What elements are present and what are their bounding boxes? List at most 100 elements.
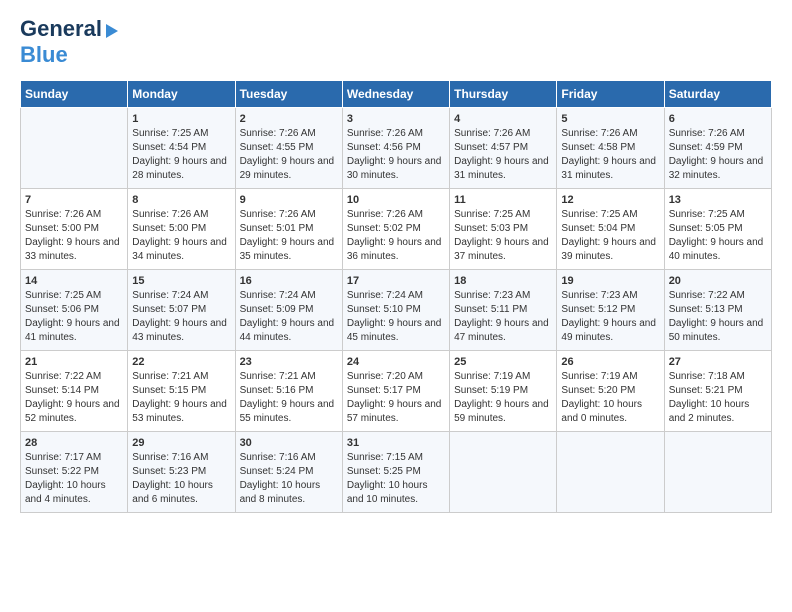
day-info: Sunrise: 7:23 AMSunset: 5:11 PMDaylight:… — [454, 289, 552, 345]
cell-w2-d1: 15 Sunrise: 7:24 AMSunset: 5:07 PMDayligh… — [128, 270, 235, 351]
day-number: 22 — [132, 356, 230, 368]
cell-w1-d0: 7Sunrise: 7:26 AMSunset: 5:00 PMDaylight… — [21, 189, 128, 270]
day-number: 24 — [347, 356, 445, 368]
sunset: Sunset: 5:01 PM — [240, 223, 314, 234]
sunset: Sunset: 5:17 PM — [347, 385, 421, 396]
day-info: Sunrise: 7:21 AMSunset: 5:16 PMDaylight:… — [240, 370, 338, 426]
day-info: Sunrise: 7:26 AMSunset: 5:01 PMDaylight:… — [240, 208, 338, 264]
sunrise: Sunrise: 7:24 AM — [240, 290, 316, 301]
col-thursday: Thursday — [450, 81, 557, 108]
sunset: Sunset: 5:12 PM — [561, 304, 635, 315]
sunrise: Sunrise: 7:18 AM — [669, 371, 745, 382]
col-monday: Monday — [128, 81, 235, 108]
day-number: 19 — [561, 275, 659, 287]
daylight: Daylight: 9 hours and 31 minutes. — [454, 156, 549, 181]
day-number: 5 — [561, 113, 659, 125]
daylight: Daylight: 9 hours and 44 minutes. — [240, 318, 335, 343]
day-number: 28 — [25, 437, 123, 449]
day-number: 15 — [132, 275, 230, 287]
daylight: Daylight: 9 hours and 30 minutes. — [347, 156, 442, 181]
sunrise: Sunrise: 7:26 AM — [454, 128, 530, 139]
day-info: Sunrise: 7:25 AMSunset: 5:04 PMDaylight:… — [561, 208, 659, 264]
day-number: 16 — [240, 275, 338, 287]
sunrise: Sunrise: 7:16 AM — [132, 452, 208, 463]
day-info: Sunrise: 7:21 AMSunset: 5:15 PMDaylight:… — [132, 370, 230, 426]
cell-w0-d1: 1Sunrise: 7:25 AMSunset: 4:54 PMDaylight… — [128, 108, 235, 189]
day-info: Sunrise: 7:16 AMSunset: 5:24 PMDaylight:… — [240, 451, 338, 507]
day-info: Sunrise: 7:24 AMSunset: 5:07 PMDaylight:… — [132, 289, 230, 345]
daylight: Daylight: 9 hours and 53 minutes. — [132, 399, 227, 424]
day-info: Sunrise: 7:16 AMSunset: 5:23 PMDaylight:… — [132, 451, 230, 507]
sunset: Sunset: 5:14 PM — [25, 385, 99, 396]
sunset: Sunset: 5:00 PM — [25, 223, 99, 234]
cell-w0-d0 — [21, 108, 128, 189]
cell-w1-d5: 12Sunrise: 7:25 AMSunset: 5:04 PMDayligh… — [557, 189, 664, 270]
day-number: 23 — [240, 356, 338, 368]
sunset: Sunset: 5:23 PM — [132, 466, 206, 477]
daylight: Daylight: 10 hours and 2 minutes. — [669, 399, 750, 424]
sunset: Sunset: 5:04 PM — [561, 223, 635, 234]
sunrise: Sunrise: 7:25 AM — [132, 128, 208, 139]
sunset: Sunset: 5:20 PM — [561, 385, 635, 396]
sunrise: Sunrise: 7:26 AM — [132, 209, 208, 220]
sunset: Sunset: 5:07 PM — [132, 304, 206, 315]
logo-arrow-icon — [106, 24, 118, 38]
day-info: Sunrise: 7:20 AM Sunset: 5:17 PM Daylight:… — [347, 370, 445, 426]
day-info: Sunrise: 7:24 AM Sunset: 5:09 PM Daylight:… — [240, 289, 338, 345]
sunset: Sunset: 5:19 PM — [454, 385, 528, 396]
sunset: Sunset: 4:58 PM — [561, 142, 635, 153]
week-row-4: 28Sunrise: 7:17 AMSunset: 5:22 PMDayligh… — [21, 432, 772, 513]
daylight: Daylight: 9 hours and 37 minutes. — [454, 237, 549, 262]
day-info: Sunrise: 7:18 AMSunset: 5:21 PMDaylight:… — [669, 370, 767, 426]
day-info: Sunrise: 7:24 AMSunset: 5:10 PMDaylight:… — [347, 289, 445, 345]
sunrise: Sunrise: 7:20 AM — [347, 371, 423, 382]
day-info: Sunrise: 7:26 AMSunset: 5:02 PMDaylight:… — [347, 208, 445, 264]
day-number: 31 — [347, 437, 445, 449]
sunrise: Sunrise: 7:26 AM — [240, 128, 316, 139]
day-info: Sunrise: 7:26 AMSunset: 4:59 PMDaylight:… — [669, 127, 767, 183]
day-number: 11 — [454, 194, 552, 206]
sunrise: Sunrise: 7:17 AM — [25, 452, 101, 463]
sunrise: Sunrise: 7:22 AM — [25, 371, 101, 382]
daylight: Daylight: 9 hours and 50 minutes. — [669, 318, 764, 343]
sunrise: Sunrise: 7:19 AM — [561, 371, 637, 382]
cell-w3-d0: 21Sunrise: 7:22 AMSunset: 5:14 PMDayligh… — [21, 351, 128, 432]
sunrise: Sunrise: 7:16 AM — [240, 452, 316, 463]
day-number: 18 — [454, 275, 552, 287]
day-number: 29 — [132, 437, 230, 449]
calendar-table: SundayMondayTuesdayWednesdayThursdayFrid… — [20, 80, 772, 513]
cell-w3-d2: 23 Sunrise: 7:21 AMSunset: 5:16 PMDayligh… — [235, 351, 342, 432]
day-number: 30 — [240, 437, 338, 449]
sunrise: Sunrise: 7:26 AM — [347, 128, 423, 139]
sunset: Sunset: 5:00 PM — [132, 223, 206, 234]
sunrise: Sunrise: 7:25 AM — [669, 209, 745, 220]
day-number: 14 — [25, 275, 123, 287]
sunset: Sunset: 5:09 PM — [240, 304, 314, 315]
cell-w2-d4: 18 Sunrise: 7:23 AMSunset: 5:11 PMDayligh… — [450, 270, 557, 351]
daylight: Daylight: 9 hours and 34 minutes. — [132, 237, 227, 262]
cell-w2-d0: 14 Sunrise: 7:25 AMSunset: 5:06 PMDayligh… — [21, 270, 128, 351]
daylight: Daylight: 9 hours and 47 minutes. — [454, 318, 549, 343]
cell-w3-d3: 24 Sunrise: 7:20 AM Sunset: 5:17 PM Dayligh… — [342, 351, 449, 432]
sunset: Sunset: 5:22 PM — [25, 466, 99, 477]
cell-w0-d4: 4Sunrise: 7:26 AMSunset: 4:57 PMDaylight… — [450, 108, 557, 189]
daylight: Daylight: 9 hours and 40 minutes. — [669, 237, 764, 262]
day-number: 26 — [561, 356, 659, 368]
day-info: Sunrise: 7:19 AMSunset: 5:20 PMDaylight:… — [561, 370, 659, 426]
daylight: Daylight: 9 hours and 39 minutes. — [561, 237, 656, 262]
cell-w4-d6 — [664, 432, 771, 513]
daylight: Daylight: 9 hours and 41 minutes. — [25, 318, 120, 343]
cell-w0-d6: 6Sunrise: 7:26 AMSunset: 4:59 PMDaylight… — [664, 108, 771, 189]
sunset: Sunset: 4:54 PM — [132, 142, 206, 153]
sunrise: Sunrise: 7:26 AM — [561, 128, 637, 139]
daylight: Daylight: 9 hours and 57 minutes. — [347, 399, 442, 424]
day-info: Sunrise: 7:25 AMSunset: 5:06 PMDaylight:… — [25, 289, 123, 345]
day-number: 1 — [132, 113, 230, 125]
sunset: Sunset: 4:55 PM — [240, 142, 314, 153]
daylight: Daylight: 9 hours and 31 minutes. — [561, 156, 656, 181]
daylight: Daylight: 9 hours and 49 minutes. — [561, 318, 656, 343]
week-row-1: 7Sunrise: 7:26 AMSunset: 5:00 PMDaylight… — [21, 189, 772, 270]
daylight: Daylight: 9 hours and 36 minutes. — [347, 237, 442, 262]
col-friday: Friday — [557, 81, 664, 108]
day-info: Sunrise: 7:22 AMSunset: 5:13 PMDaylight:… — [669, 289, 767, 345]
